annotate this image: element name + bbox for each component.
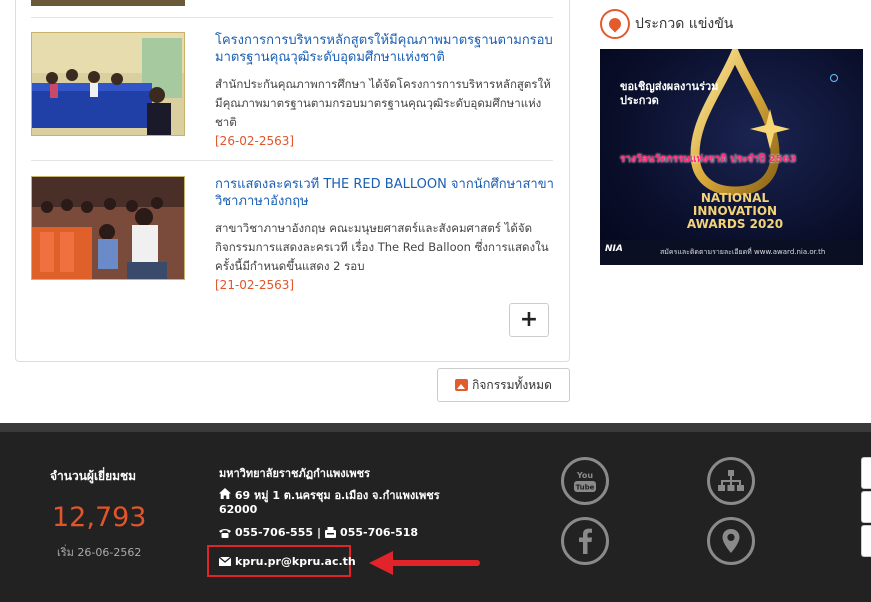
- news-date: [21-02-2563]: [215, 278, 295, 292]
- cursor-indicator: [830, 74, 838, 82]
- banner-title: NATIONAL INNOVATION AWARDS 2020: [686, 191, 784, 231]
- news-thumbnail[interactable]: [31, 32, 185, 136]
- divider: [31, 17, 553, 18]
- home-icon: [219, 488, 231, 499]
- fax-number[interactable]: 055-706-518: [340, 526, 418, 539]
- news-thumbnail[interactable]: [31, 176, 185, 280]
- news-description: สำนักประกันคุณภาพการศึกษา ได้จัดโครงการก…: [215, 77, 551, 129]
- location-pin-icon: [600, 9, 630, 39]
- email-link[interactable]: kpru.pr@kpru.ac.th: [235, 555, 356, 568]
- news-body: โครงการการบริหารหลักสูตรให้มีคุณภาพมาตรฐ…: [215, 32, 557, 149]
- svg-text:Tube: Tube: [576, 484, 595, 492]
- banner-award-text: รางวัลนวัตกรรมแห่งชาติ ประจำปี 2563: [620, 154, 797, 165]
- footer-top-strip: [0, 423, 871, 432]
- banner-footer-text: สมัครและติดตามรายละเอียดที่ www.award.ni…: [660, 248, 826, 256]
- all-activities-button[interactable]: กิจกรรมทั้งหมด: [437, 368, 570, 402]
- address: 69 หมู่ 1 ต.นครชุม อ.เมือง จ.กำแพงเพชร 6…: [219, 488, 459, 517]
- news-date: [26-02-2563]: [215, 134, 295, 148]
- phone-separator: |: [317, 526, 322, 539]
- phone-numbers: 055-706-555 | 055-706-518: [219, 526, 418, 539]
- arrow-annotation-icon: [369, 551, 480, 575]
- svg-text:You: You: [576, 471, 594, 480]
- news-description: สาขาวิชาภาษาอังกฤษ คณะมนุษยศาสตร์และสังค…: [215, 221, 549, 273]
- news-title-link[interactable]: การแสดงละครเวที THE RED BALLOON จากนักศึ…: [215, 176, 557, 210]
- contest-title: ประกวด แข่งขัน: [635, 16, 734, 32]
- visitors-label: จำนวนผู้เยี่ยมชม: [50, 469, 137, 483]
- sitemap-icon[interactable]: [707, 457, 755, 505]
- side-tab[interactable]: [861, 457, 871, 489]
- phone-icon: [219, 528, 231, 538]
- footer: จำนวนผู้เยี่ยมชม 12,793 เริ่ม 26-06-2562…: [0, 432, 871, 602]
- phone-number[interactable]: 055-706-555: [235, 526, 313, 539]
- innovation-award-banner[interactable]: ขอเชิญส่งผลงานร่วมประกวด รางวัลนวัตกรรมแ…: [600, 49, 863, 265]
- all-activities-label: กิจกรรมทั้งหมด: [472, 377, 552, 392]
- news-title-link[interactable]: โครงการการบริหารหลักสูตรให้มีคุณภาพมาตรฐ…: [215, 32, 557, 66]
- envelope-icon: [219, 556, 231, 566]
- load-more-button[interactable]: +: [509, 303, 549, 337]
- email-highlight-box: kpru.pr@kpru.ac.th: [207, 545, 356, 577]
- visitors-since: เริ่ม 26-06-2562: [57, 546, 142, 559]
- side-tab[interactable]: [861, 525, 871, 557]
- news-body: การแสดงละครเวที THE RED BALLOON จากนักศึ…: [215, 176, 557, 293]
- nia-logo: NIA: [605, 244, 623, 254]
- side-tab[interactable]: [861, 491, 871, 523]
- fax-icon: [325, 527, 337, 538]
- address-text: 69 หมู่ 1 ต.นครชุม อ.เมือง จ.กำแพงเพชร 6…: [219, 489, 440, 516]
- location-pin-icon[interactable]: [707, 517, 755, 565]
- divider: [31, 160, 553, 161]
- banner-invite-text: ขอเชิญส่งผลงานร่วมประกวด: [620, 80, 719, 107]
- university-name: มหาวิทยาลัยราชภัฏกำแพงเพชร: [219, 467, 371, 480]
- youtube-icon[interactable]: You Tube: [561, 457, 609, 505]
- contest-header: ประกวด แข่งขัน: [600, 9, 733, 39]
- previous-news-thumbnail[interactable]: [31, 0, 185, 6]
- page: โครงการการบริหารหลักสูตรให้มีคุณภาพมาตรฐ…: [0, 0, 871, 602]
- visitors-count: 12,793: [52, 502, 147, 533]
- banner-footer: NIA สมัครและติดตามรายละเอียดที่ www.awar…: [600, 240, 863, 265]
- facebook-icon[interactable]: [561, 517, 609, 565]
- image-icon: [455, 379, 469, 391]
